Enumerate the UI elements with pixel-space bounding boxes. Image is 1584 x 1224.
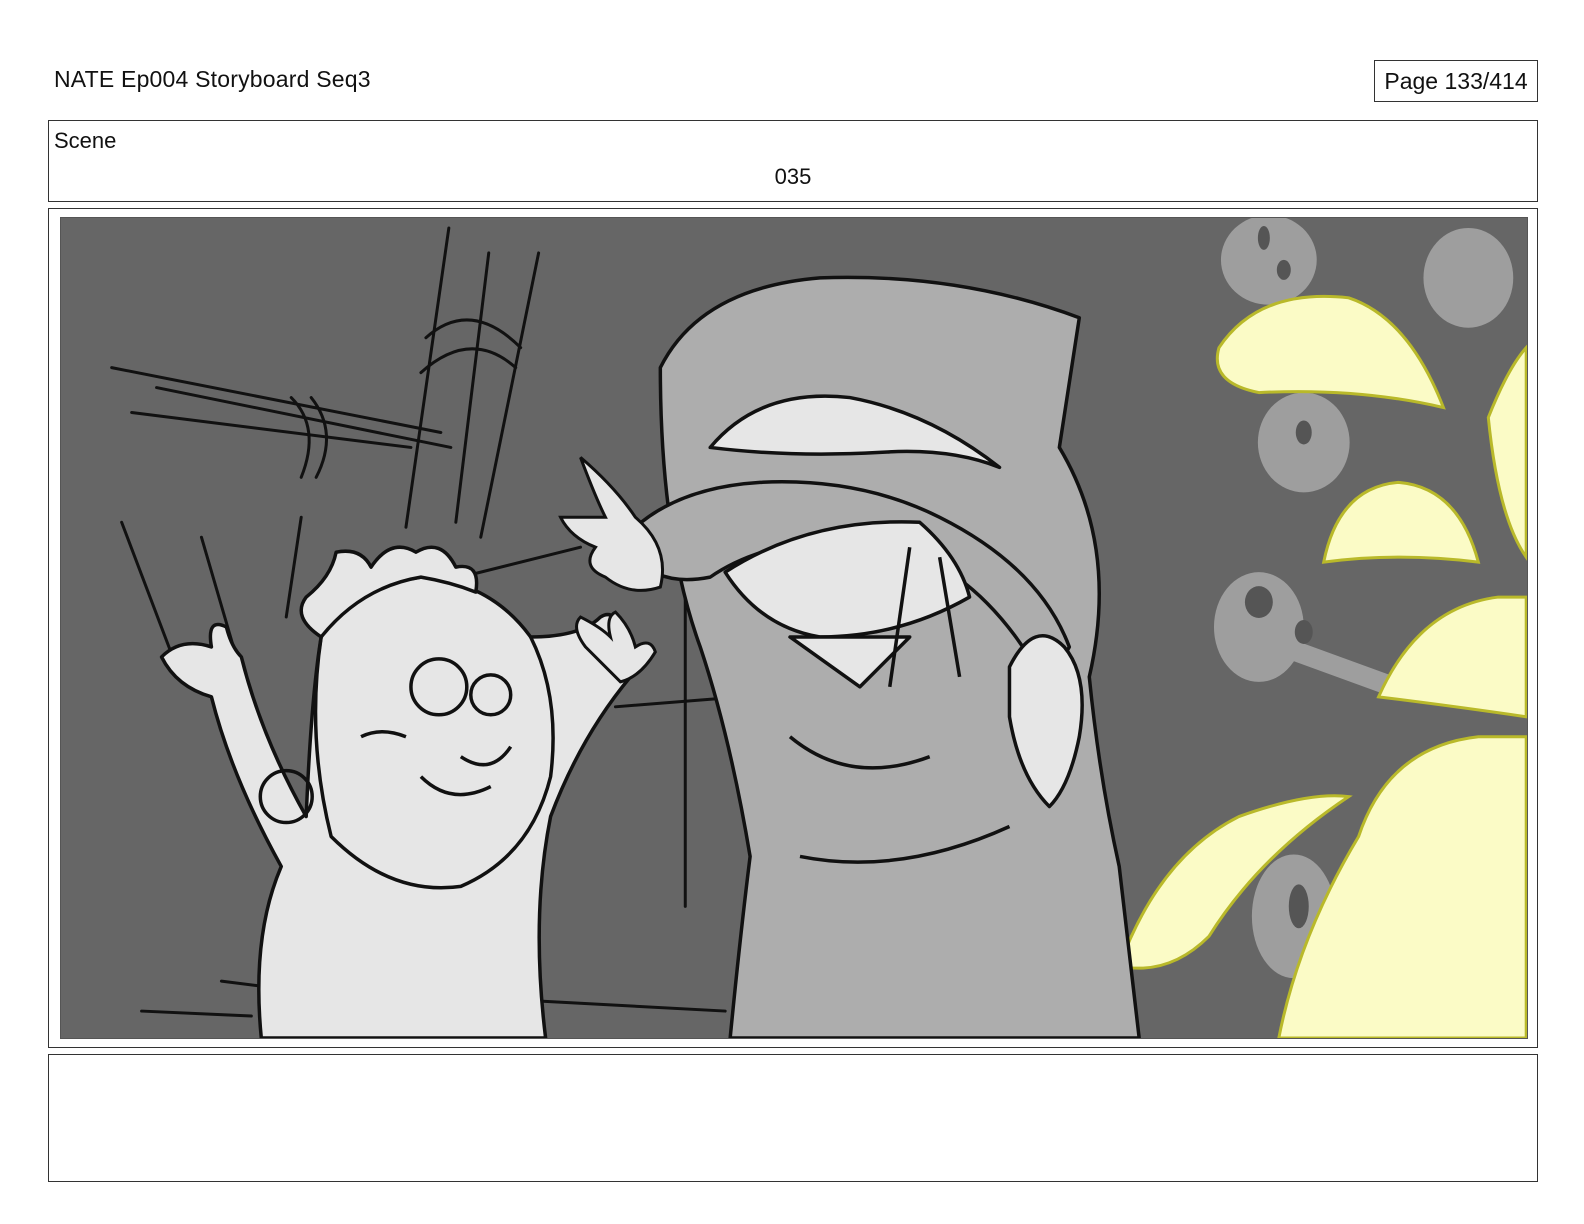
notes-box [48, 1054, 1538, 1182]
scene-number: 035 [774, 164, 812, 189]
scene-header: Scene 035 [48, 120, 1538, 202]
page-number-box: Page 133/414 [1374, 60, 1538, 102]
storyboard-panel-frame [48, 208, 1538, 1048]
document-title: NATE Ep004 Storyboard Seq3 [54, 66, 371, 92]
scene-label: Scene [54, 128, 117, 153]
panel-sketch [61, 218, 1527, 1038]
storyboard-panel-image [60, 217, 1528, 1039]
page-number: Page 133/414 [1384, 67, 1528, 94]
